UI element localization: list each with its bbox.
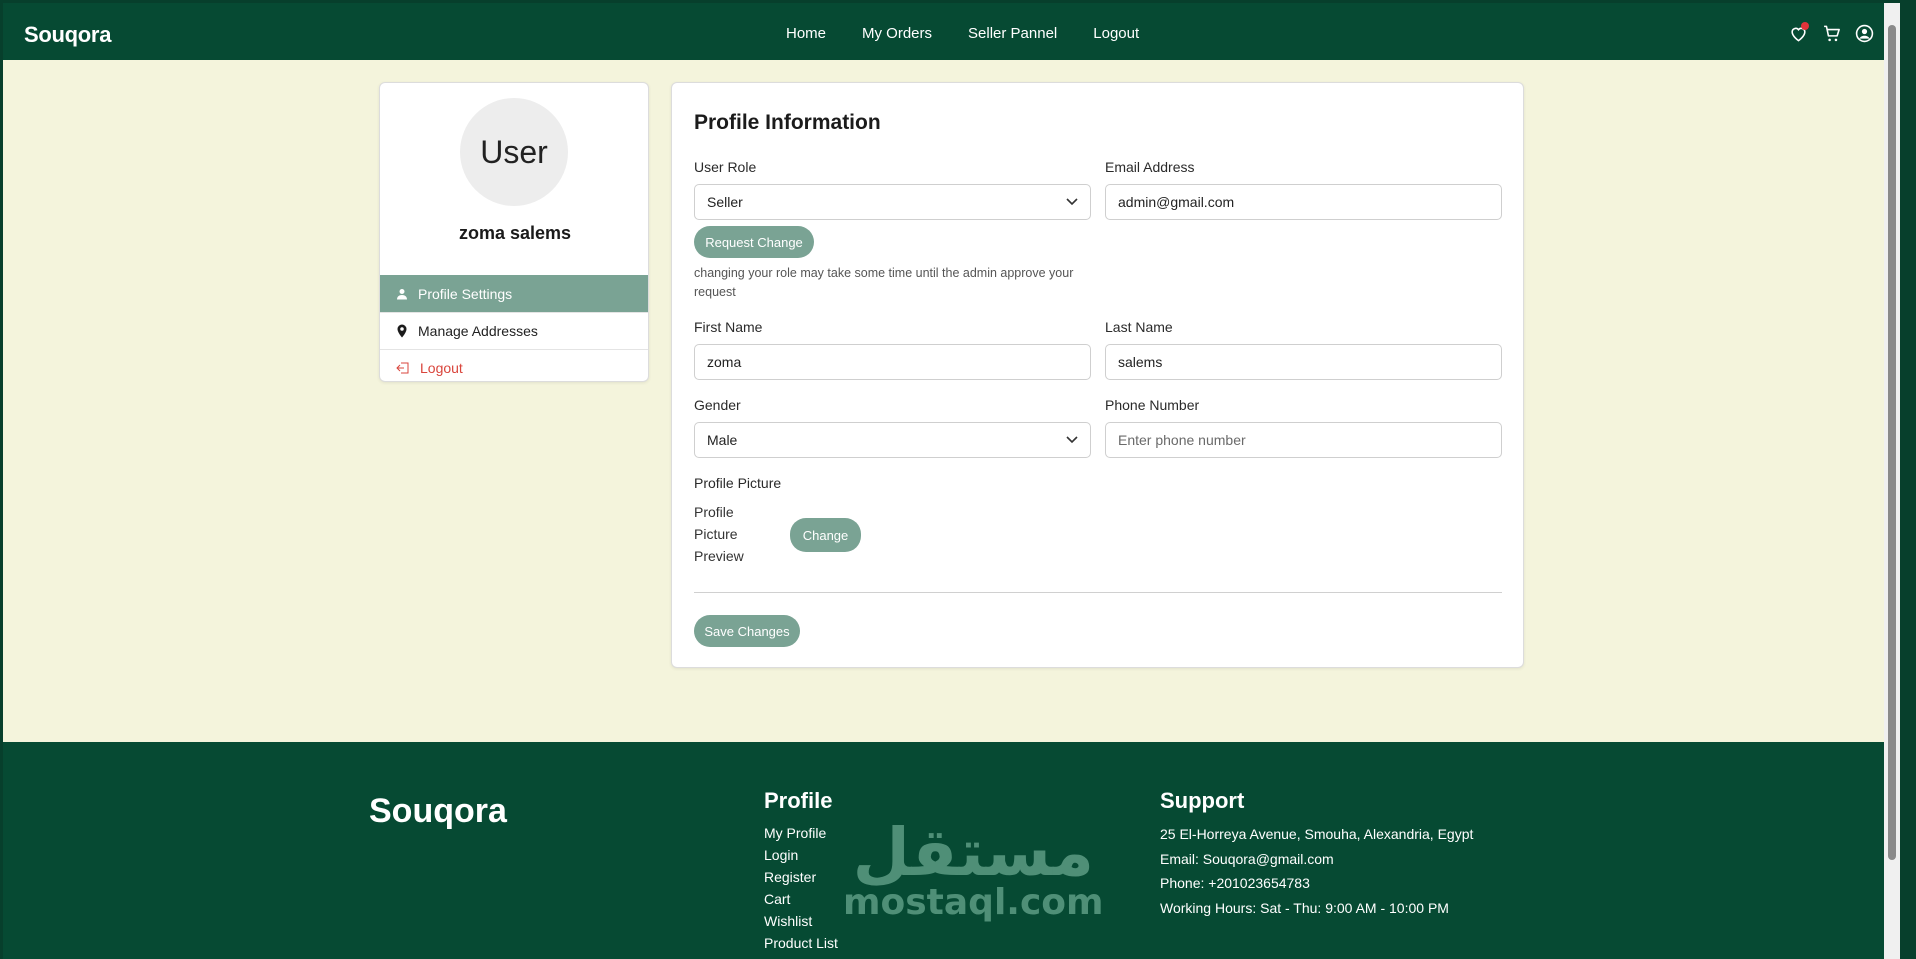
gender-label: Gender [694,397,741,413]
phone-number-input[interactable] [1105,422,1502,458]
scrollbar[interactable] [1884,3,1900,959]
profile-picture-preview: Profile Picture Preview [694,504,744,564]
first-name-label: First Name [694,319,763,335]
profile-sidebar: User zoma salems Profile Settings Manage… [379,82,649,382]
sidebar-menu: Profile Settings Manage Addresses Logout [380,275,648,381]
footer-brand: Souqora [369,792,507,830]
logout-icon [396,362,409,374]
nav-links: Home My Orders Seller Pannel Logout [786,25,1139,42]
chevron-down-icon [1066,198,1078,206]
last-name-field[interactable]: salems [1105,344,1502,380]
footer-support-column: Support 25 El-Horreya Avenue, Smouha, Al… [1160,788,1473,920]
profile-information-card: Profile Information User Role Seller Ema… [671,82,1524,668]
footer-phone: Phone: +201023654783 [1160,875,1310,891]
footer-support-title: Support [1160,788,1245,813]
top-navbar: Souqora Home My Orders Seller Pannel Log… [3,3,1900,60]
footer-profile-title: Profile [764,788,833,813]
sidebar-item-label: Profile Settings [418,285,513,302]
watermark-arabic: مستقل [852,814,1094,891]
phone-label: Phone Number [1105,397,1200,413]
footer-link-register[interactable]: Register [764,866,838,888]
sidebar-item-label: Logout [420,360,463,376]
nav-link-home[interactable]: Home [786,25,826,42]
footer-profile-column: Profile My Profile Login Register Cart W… [764,788,838,954]
email-label: Email Address [1105,159,1195,175]
person-icon [397,288,407,299]
site-footer: Souqora Profile My Profile Login Registe… [3,742,1900,959]
nav-link-seller-pannel[interactable]: Seller Pannel [968,25,1057,42]
gender-select[interactable]: Male [694,422,1091,458]
nav-link-my-orders[interactable]: My Orders [862,25,932,42]
footer-hours: Working Hours: Sat - Thu: 9:00 AM - 10:0… [1160,899,1449,916]
email-field[interactable]: admin@gmail.com [1105,184,1502,220]
footer-link-my-profile[interactable]: My Profile [764,822,838,844]
save-changes-button[interactable]: Save Changes [694,615,800,647]
role-change-hint: changing your role may take some time un… [694,266,1074,299]
footer-link-wishlist[interactable]: Wishlist [764,910,838,932]
sidebar-item-profile-settings[interactable]: Profile Settings [380,275,648,312]
footer-email: Email: Souqora@gmail.com [1160,850,1334,867]
request-change-button[interactable]: Request Change [694,226,814,258]
gender-value: Male [707,432,738,448]
nav-icons [1789,22,1874,43]
heart-icon[interactable] [1789,22,1809,43]
first-name-field[interactable]: zoma [694,344,1091,380]
user-role-value: Seller [707,194,743,210]
profile-picture-label: Profile Picture [694,475,782,491]
user-name: zoma salems [458,223,572,243]
footer-link-login[interactable]: Login [764,844,838,866]
cart-icon[interactable] [1822,24,1841,43]
last-name-label: Last Name [1105,319,1173,335]
wishlist-badge-dot [1801,22,1809,30]
form-divider [694,592,1502,593]
user-role-label: User Role [694,159,757,175]
sidebar-item-label: Manage Addresses [418,323,538,339]
chevron-down-icon [1066,436,1078,444]
scrollbar-thumb[interactable] [1888,25,1896,860]
footer-address: 25 El-Horreya Avenue, Smouha, Alexandria… [1160,826,1474,842]
change-picture-button[interactable]: Change [790,518,861,552]
avatar[interactable]: User [460,98,568,206]
sidebar-item-logout[interactable]: Logout [380,349,648,381]
page: Souqora Home My Orders Seller Pannel Log… [3,3,1900,959]
page-title: Profile Information [694,111,881,134]
nav-link-logout[interactable]: Logout [1093,25,1139,42]
brand-logo[interactable]: Souqora [24,22,111,48]
footer-link-product-list[interactable]: Product List [764,932,838,954]
location-pin-icon [397,324,407,338]
mostaql-watermark: مستقل mostaql.com [843,814,1104,923]
sidebar-item-manage-addresses[interactable]: Manage Addresses [380,312,648,349]
footer-link-cart[interactable]: Cart [764,888,838,910]
user-circle-icon[interactable] [1855,24,1874,43]
watermark-latin: mostaql.com [843,882,1104,923]
user-role-select[interactable]: Seller [694,184,1091,220]
